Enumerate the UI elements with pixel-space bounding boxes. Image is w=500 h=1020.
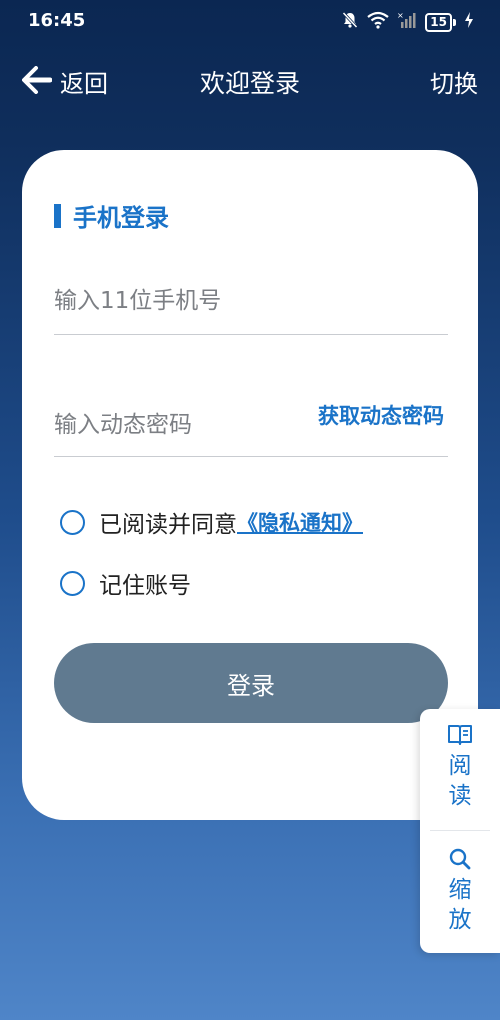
status-time: 16:45 xyxy=(28,10,86,31)
float-panel: 阅 读 缩 放 xyxy=(420,709,500,953)
agree-radio[interactable] xyxy=(60,509,85,535)
magnifier-icon xyxy=(448,847,472,875)
page-title: 欢迎登录 xyxy=(199,69,300,98)
agree-label: 已阅读并同意 xyxy=(99,512,237,538)
get-code-button[interactable]: 获取动态密码 xyxy=(318,400,444,430)
code-input[interactable] xyxy=(54,412,294,438)
float-divider xyxy=(430,830,490,831)
wifi-icon xyxy=(367,11,389,33)
privacy-link[interactable]: 《隐私通知》 xyxy=(237,507,363,537)
status-bar: 16:45 × 15 xyxy=(0,0,500,42)
switch-button[interactable]: 切换 xyxy=(430,64,478,99)
zoom-char-1: 缩 xyxy=(448,877,472,903)
svg-text:×: × xyxy=(397,11,404,20)
read-button[interactable]: 阅 读 xyxy=(420,723,500,811)
signal-icon: × xyxy=(397,11,417,33)
section-title-text: 手机登录 xyxy=(73,204,169,232)
battery-level: 15 xyxy=(425,12,452,32)
remember-label: 记住账号 xyxy=(99,573,191,599)
read-char-2: 读 xyxy=(448,783,472,809)
zoom-char-2: 放 xyxy=(448,907,472,933)
code-field: 获取动态密码 xyxy=(54,404,448,457)
login-card: 手机登录 获取动态密码 已阅读并同意 《隐私通知》 记住账号 登录 xyxy=(22,150,478,820)
phone-input[interactable] xyxy=(54,288,434,314)
zoom-button[interactable]: 缩 放 xyxy=(420,847,500,935)
battery-icon: 15 xyxy=(425,12,456,32)
remember-radio[interactable] xyxy=(60,570,85,596)
login-button[interactable]: 登录 xyxy=(54,643,448,723)
status-icons: × 15 xyxy=(341,11,474,33)
header: 返回 欢迎登录 切换 xyxy=(0,52,500,112)
section-title: 手机登录 xyxy=(54,198,169,233)
remember-row: 记住账号 xyxy=(60,566,191,600)
title-accent-bar xyxy=(54,203,61,228)
phone-field xyxy=(54,288,448,335)
read-char-1: 阅 xyxy=(448,753,472,779)
book-icon xyxy=(447,723,473,751)
charging-icon xyxy=(464,11,474,33)
mute-bell-icon xyxy=(341,11,359,33)
agree-row: 已阅读并同意 《隐私通知》 xyxy=(60,505,363,539)
